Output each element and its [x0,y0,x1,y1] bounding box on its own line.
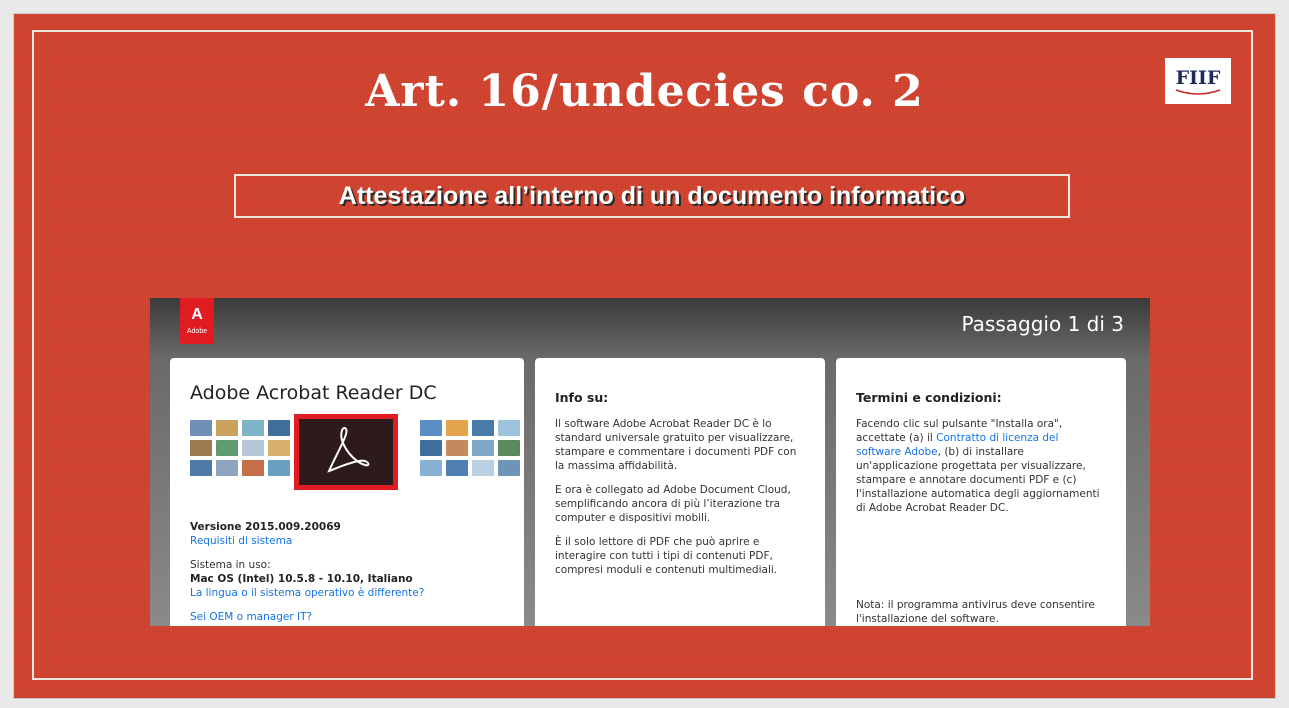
terms-heading: Termini e condizioni: [856,390,1002,405]
subtitle-box: Attestazione all’interno di un documento… [234,174,1070,218]
product-name: Adobe Acrobat Reader DC [190,382,437,404]
different-system-link[interactable]: La lingua o il sistema operativo è diffe… [190,586,504,600]
adobe-logo-icon: A Adobe [180,298,214,344]
info-panel: Info su: Il software Adobe Acrobat Reade… [535,358,825,626]
slide-subtitle: Attestazione all’interno di un documento… [338,182,966,210]
slide-title: Art. 16/undecies co. 2 [365,66,924,117]
product-version: Versione 2015.009.20069 [190,521,341,533]
info-heading: Info su: [555,390,609,405]
oem-manager-link[interactable]: Sei OEM o manager IT? [190,610,504,624]
adobe-badge-label: Adobe [186,328,208,335]
terms-text: Facendo clic sul pulsante "Installa ora"… [856,417,1106,515]
thumbnail-grid-left [190,420,290,476]
product-panel: Adobe Acrobat Reader DC Versione 2015.00… [170,358,524,626]
step-indicator: Passaggio 1 di 3 [961,312,1124,336]
acrobat-reader-icon [294,414,398,490]
slide: Art. 16/undecies co. 2 FIIF Attestazione… [14,14,1275,698]
thumbnail-grid-right [420,420,520,476]
logo-swoosh-icon [1175,89,1221,95]
system-label: Sistema in uso: [190,559,271,571]
product-thumbnails [190,414,520,492]
info-paragraph: Il software Adobe Acrobat Reader DC è lo… [555,418,797,472]
logo-text: FIIF [1175,67,1221,89]
info-paragraph: E ora è collegato ad Adobe Document Clou… [555,484,791,524]
antivirus-note: Nota: il programma antivirus deve consen… [856,599,1095,625]
info-paragraph: È il solo lettore di PDF che può aprire … [555,536,778,576]
fiif-logo: FIIF [1165,58,1231,104]
adobe-installer-screenshot: A Adobe Passaggio 1 di 3 Adobe Acrobat R… [150,298,1150,626]
terms-panel: Termini e condizioni: Facendo clic sul p… [836,358,1126,626]
system-value: Mac OS (Intel) 10.5.8 - 10.10, Italiano [190,573,413,585]
system-requirements-link[interactable]: Requisiti di sistema [190,534,504,548]
